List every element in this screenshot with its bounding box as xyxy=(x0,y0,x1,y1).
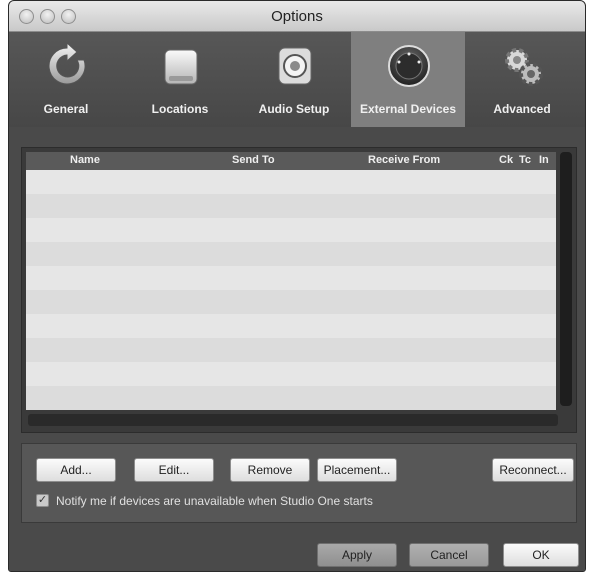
title-bar: Options xyxy=(9,1,585,32)
external-devices-pane: Name Send To Receive From Ck Tc In Add..… xyxy=(9,127,585,571)
column-receive-from[interactable]: Receive From xyxy=(368,154,440,166)
refresh-icon xyxy=(48,42,86,85)
tab-label: General xyxy=(43,102,89,116)
remove-button[interactable]: Remove xyxy=(230,458,310,482)
list-header: Name Send To Receive From Ck Tc In xyxy=(26,152,556,170)
tab-advanced[interactable]: Advanced xyxy=(465,32,579,127)
add-button[interactable]: Add... xyxy=(36,458,116,482)
tab-general[interactable]: General xyxy=(9,32,123,127)
apply-button[interactable]: Apply xyxy=(317,543,397,567)
notify-checkbox[interactable]: ✓ xyxy=(36,494,49,507)
tab-label: Audio Setup xyxy=(258,102,330,116)
list-row xyxy=(26,242,556,266)
notify-label: Notify me if devices are unavailable whe… xyxy=(56,494,373,508)
list-row xyxy=(26,362,556,386)
preferences-toolbar: General Locations Audio Setup External D… xyxy=(9,32,585,127)
cancel-button[interactable]: Cancel xyxy=(409,543,489,567)
edit-button[interactable]: Edit... xyxy=(134,458,214,482)
tab-label: External Devices xyxy=(359,102,457,116)
gears-icon xyxy=(505,48,543,86)
column-name[interactable]: Name xyxy=(70,154,100,166)
tab-locations[interactable]: Locations xyxy=(123,32,237,127)
column-ck[interactable]: Ck xyxy=(499,154,513,166)
tab-label: Locations xyxy=(151,102,209,116)
speaker-icon xyxy=(278,47,312,85)
list-row xyxy=(26,218,556,242)
list-row xyxy=(26,290,556,314)
reconnect-button[interactable]: Reconnect... xyxy=(492,458,574,482)
knob-icon xyxy=(388,45,430,87)
device-list: Name Send To Receive From Ck Tc In xyxy=(21,147,577,433)
list-row xyxy=(26,266,556,290)
window-title: Options xyxy=(271,8,323,25)
device-actions-panel: Add... Edit... Remove Placement... Recon… xyxy=(21,443,577,523)
column-tc[interactable]: Tc xyxy=(519,154,531,166)
options-window: Options General Locations Audio Setup Ex… xyxy=(8,0,586,572)
drive-icon xyxy=(164,49,198,85)
ok-button[interactable]: OK xyxy=(503,543,579,567)
list-row xyxy=(26,386,556,410)
tab-audio-setup[interactable]: Audio Setup xyxy=(237,32,351,127)
column-in[interactable]: In xyxy=(539,154,549,166)
vertical-scrollbar[interactable] xyxy=(560,152,572,406)
tab-label: Advanced xyxy=(493,102,551,116)
list-row xyxy=(26,314,556,338)
list-row xyxy=(26,338,556,362)
tab-external-devices[interactable]: External Devices xyxy=(351,32,465,127)
placement-button[interactable]: Placement... xyxy=(317,458,397,482)
column-send-to[interactable]: Send To xyxy=(232,154,275,166)
list-row xyxy=(26,194,556,218)
horizontal-scrollbar[interactable] xyxy=(28,414,558,426)
device-rows[interactable] xyxy=(26,170,556,412)
list-row xyxy=(26,170,556,194)
